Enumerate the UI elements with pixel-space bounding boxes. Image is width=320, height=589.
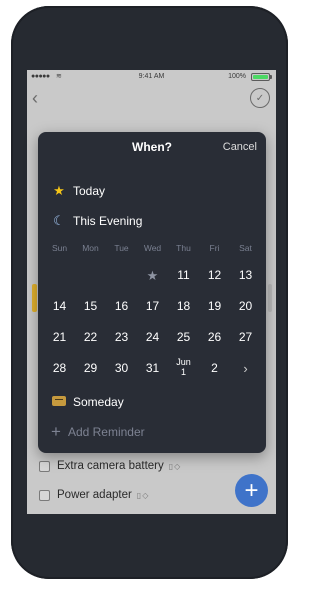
- archive-box-icon: [51, 394, 67, 409]
- calendar-day[interactable]: 23: [106, 330, 137, 344]
- someday-label: Someday: [73, 394, 124, 409]
- battery-percent: 100%: [228, 73, 246, 80]
- calendar-day[interactable]: 16: [106, 299, 137, 313]
- complete-button[interactable]: ✓: [250, 88, 270, 108]
- back-button[interactable]: ‹: [32, 88, 38, 109]
- list-item[interactable]: Extra camera battery ▯◇: [39, 457, 181, 475]
- calendar-day[interactable]: 21: [44, 330, 75, 344]
- add-reminder-label: Add Reminder: [67, 424, 145, 439]
- calendar-day[interactable]: 11: [168, 268, 199, 282]
- add-reminder-button[interactable]: + Add Reminder: [51, 423, 145, 440]
- calendar-day[interactable]: 19: [199, 299, 230, 313]
- weekday-label: Fri: [209, 243, 220, 253]
- add-button[interactable]: +: [235, 474, 268, 507]
- calendar-day[interactable]: 27: [230, 330, 261, 344]
- scroll-indicator: [268, 284, 272, 312]
- calendar-day[interactable]: 30: [106, 361, 137, 375]
- status-bar: ●●●●● ≋ 9:41 AM 100%: [27, 70, 276, 84]
- moon-icon: ☾: [53, 213, 65, 228]
- calendar-day[interactable]: 24: [137, 330, 168, 344]
- today-option[interactable]: ★ Today: [51, 183, 105, 199]
- calendar-day[interactable]: 12: [199, 268, 230, 282]
- calendar-day[interactable]: Jun 1: [168, 357, 199, 377]
- next-month-chevron-icon[interactable]: ›: [230, 361, 261, 376]
- plus-icon: +: [244, 476, 259, 504]
- note-tag-icon: ▯◇: [168, 461, 182, 471]
- calendar-day[interactable]: 29: [75, 361, 106, 375]
- weekday-label: Sat: [239, 243, 252, 253]
- evening-label: This Evening: [73, 214, 143, 228]
- item-label: Power adapter: [57, 489, 132, 501]
- calendar-day[interactable]: 26: [199, 330, 230, 344]
- deadline-marker: [32, 284, 37, 312]
- calendar-day[interactable]: 20: [230, 299, 261, 313]
- someday-option[interactable]: Someday: [51, 394, 124, 409]
- calendar-day[interactable]: 17: [137, 299, 168, 313]
- item-label: Extra camera battery: [57, 460, 164, 472]
- star-icon: ★: [53, 183, 65, 198]
- weekday-label: Mon: [82, 243, 99, 253]
- evening-option[interactable]: ☾ This Evening: [51, 213, 142, 229]
- plus-icon: +: [51, 422, 61, 441]
- calendar-day[interactable]: 25: [168, 330, 199, 344]
- weekday-label: Tue: [114, 243, 129, 253]
- note-tag-icon: ▯◇: [136, 490, 150, 500]
- when-modal: When? Cancel ★ Today ☾ This Evening Sun M…: [38, 132, 266, 453]
- today-star-icon[interactable]: ★: [137, 268, 168, 284]
- today-label: Today: [73, 184, 106, 198]
- cancel-button[interactable]: Cancel: [223, 141, 257, 153]
- calendar-day[interactable]: 15: [75, 299, 106, 313]
- calendar-day[interactable]: 13: [230, 268, 261, 282]
- calendar-day[interactable]: 18: [168, 299, 199, 313]
- checkbox[interactable]: [39, 489, 50, 501]
- weekday-label: Wed: [143, 243, 162, 253]
- checkbox[interactable]: [39, 460, 50, 472]
- weekday-label: Thu: [176, 243, 191, 253]
- calendar-day[interactable]: 28: [44, 361, 75, 375]
- calendar-day[interactable]: 2: [199, 361, 230, 375]
- calendar-day[interactable]: 31: [137, 361, 168, 375]
- list-item[interactable]: Power adapter ▯◇: [39, 486, 149, 504]
- calendar-day[interactable]: 14: [44, 299, 75, 313]
- weekday-label: Sun: [51, 243, 68, 253]
- battery-icon: [251, 73, 272, 81]
- checkmark-icon: ✓: [255, 92, 265, 104]
- calendar-day[interactable]: 22: [75, 330, 106, 344]
